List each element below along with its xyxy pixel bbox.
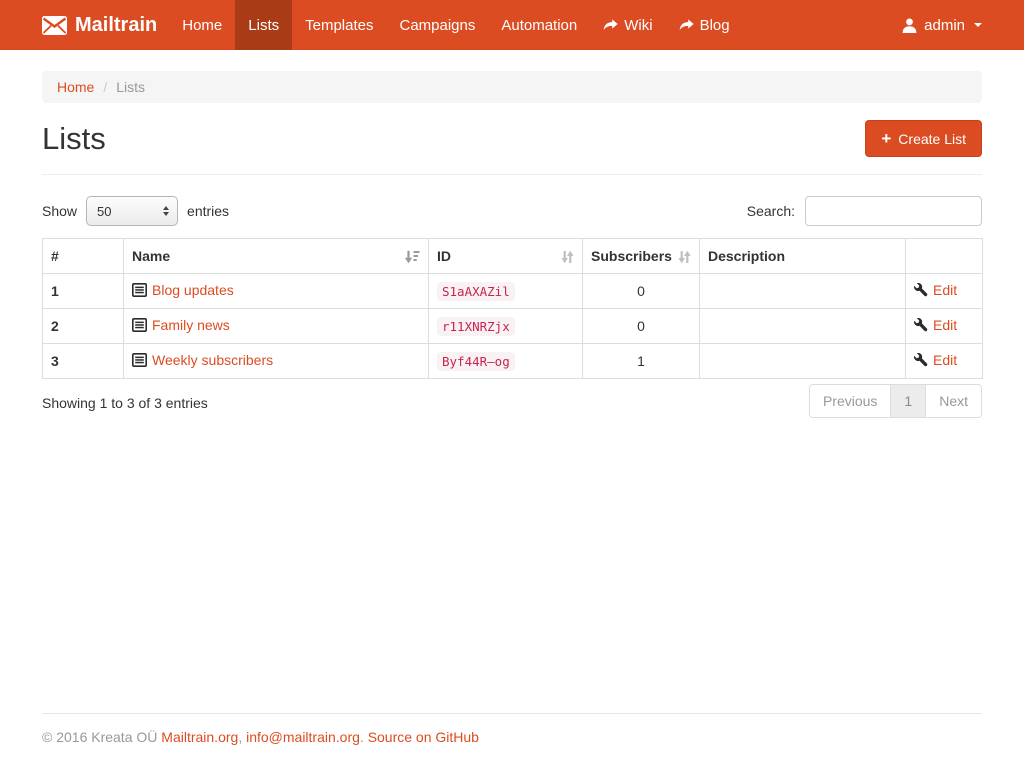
page-size-value: 50	[97, 204, 111, 219]
nav-item-templates[interactable]: Templates	[292, 0, 386, 50]
col-header-id[interactable]: ID	[429, 239, 583, 274]
page-length-control: Show 50 entries	[42, 196, 229, 226]
nav-item-campaigns[interactable]: Campaigns	[386, 0, 488, 50]
page-size-select[interactable]: 50	[86, 196, 178, 226]
search-control: Search:	[747, 196, 982, 226]
actions-cell: Edit	[906, 344, 983, 379]
lists-table: # Name	[42, 238, 983, 379]
actions-cell: Edit	[906, 274, 983, 309]
subscriber-count: 0	[583, 274, 700, 309]
plus-icon: +	[881, 130, 891, 147]
search-label: Search:	[747, 203, 795, 219]
page-header: Lists + Create List	[42, 120, 982, 157]
nav-item-wiki[interactable]: Wiki	[590, 0, 665, 50]
list-id: r11XNRZjx	[437, 317, 515, 336]
page-title: Lists	[42, 121, 106, 157]
page-footer: © 2016 Kreata OÜ Mailtrain.org, info@mai…	[0, 713, 1024, 768]
description-cell	[700, 274, 906, 309]
wrench-icon	[914, 283, 928, 297]
list-alt-icon	[132, 318, 147, 332]
github-source-link[interactable]: Source on GitHub	[368, 729, 479, 745]
table-toolbar: Show 50 entries Search:	[42, 196, 982, 226]
header-divider	[42, 174, 982, 175]
search-input[interactable]	[805, 196, 982, 226]
list-name-cell: Weekly subscribers	[124, 344, 429, 379]
list-name-cell: Family news	[124, 309, 429, 344]
description-cell	[700, 309, 906, 344]
edit-link[interactable]: Edit	[914, 282, 957, 298]
pagination-previous[interactable]: Previous	[809, 384, 891, 418]
copyright-text: © 2016 Kreata OÜ	[42, 729, 157, 745]
actions-cell: Edit	[906, 309, 983, 344]
mailtrain-org-link[interactable]: Mailtrain.org	[161, 729, 238, 745]
list-alt-icon	[132, 283, 147, 297]
nav-item-home[interactable]: Home	[169, 0, 235, 50]
user-menu[interactable]: admin	[902, 0, 982, 50]
wrench-icon	[914, 353, 928, 367]
row-number: 3	[43, 344, 124, 379]
list-id: S1aAXAZil	[437, 282, 515, 301]
pagination-next[interactable]: Next	[926, 384, 982, 418]
user-icon	[902, 18, 917, 33]
table-row: 3 Weekly subscribers Byf44R—og 1	[43, 344, 983, 379]
col-header-actions	[906, 239, 983, 274]
nav-item-blog[interactable]: Blog	[666, 0, 743, 50]
create-list-button[interactable]: + Create List	[865, 120, 982, 157]
table-header-row: # Name	[43, 239, 983, 274]
breadcrumb-home[interactable]: Home	[57, 79, 94, 95]
table-row: 1 Blog updates S1aAXAZil 0	[43, 274, 983, 309]
envelope-icon	[42, 16, 67, 35]
wrench-icon	[914, 318, 928, 332]
main-nav: Home Lists Templates Campaigns Automatio…	[169, 0, 742, 50]
row-number: 1	[43, 274, 124, 309]
row-number: 2	[43, 309, 124, 344]
pagination: Previous 1 Next	[809, 384, 982, 418]
table-footer: Showing 1 to 3 of 3 entries Previous 1 N…	[42, 384, 982, 418]
show-label: Show	[42, 203, 77, 219]
table-row: 2 Family news r11XNRZjx 0	[43, 309, 983, 344]
brand-link[interactable]: Mailtrain	[42, 0, 157, 50]
breadcrumb: Home / Lists	[42, 71, 982, 103]
subscriber-count: 1	[583, 344, 700, 379]
col-header-num: #	[43, 239, 124, 274]
brand-label: Mailtrain	[75, 14, 157, 37]
subscriber-count: 0	[583, 309, 700, 344]
share-arrow-icon	[603, 19, 618, 32]
list-id-cell: S1aAXAZil	[429, 274, 583, 309]
table-info: Showing 1 to 3 of 3 entries	[42, 384, 208, 411]
user-label: admin	[924, 17, 965, 34]
entries-label: entries	[187, 203, 229, 219]
list-id: Byf44R—og	[437, 352, 515, 371]
nav-item-lists[interactable]: Lists	[235, 0, 292, 50]
list-alt-icon	[132, 353, 147, 367]
share-arrow-icon	[679, 19, 694, 32]
list-id-cell: r11XNRZjx	[429, 309, 583, 344]
edit-link[interactable]: Edit	[914, 352, 957, 368]
nav-item-automation[interactable]: Automation	[488, 0, 590, 50]
breadcrumb-separator: /	[103, 79, 107, 95]
sort-both-icon[interactable]	[678, 250, 691, 264]
col-header-name[interactable]: Name	[124, 239, 429, 274]
breadcrumb-current: Lists	[116, 79, 145, 95]
list-name-link[interactable]: Weekly subscribers	[132, 352, 273, 368]
email-link[interactable]: info@mailtrain.org	[246, 729, 360, 745]
sort-both-icon[interactable]	[561, 250, 574, 264]
edit-link[interactable]: Edit	[914, 317, 957, 333]
pagination-page-1[interactable]: 1	[891, 384, 926, 418]
sort-asc-icon[interactable]	[404, 250, 420, 264]
navbar: Mailtrain Home Lists Templates Campaigns…	[0, 0, 1024, 50]
chevron-down-icon	[974, 23, 982, 27]
select-arrows-icon	[163, 206, 169, 216]
list-name-link[interactable]: Family news	[132, 317, 230, 333]
description-cell	[700, 344, 906, 379]
col-header-subscribers[interactable]: Subscribers	[583, 239, 700, 274]
col-header-description: Description	[700, 239, 906, 274]
main-content: Home / Lists Lists + Create List Show 50…	[27, 50, 997, 713]
list-name-cell: Blog updates	[124, 274, 429, 309]
list-name-link[interactable]: Blog updates	[132, 282, 234, 298]
list-id-cell: Byf44R—og	[429, 344, 583, 379]
